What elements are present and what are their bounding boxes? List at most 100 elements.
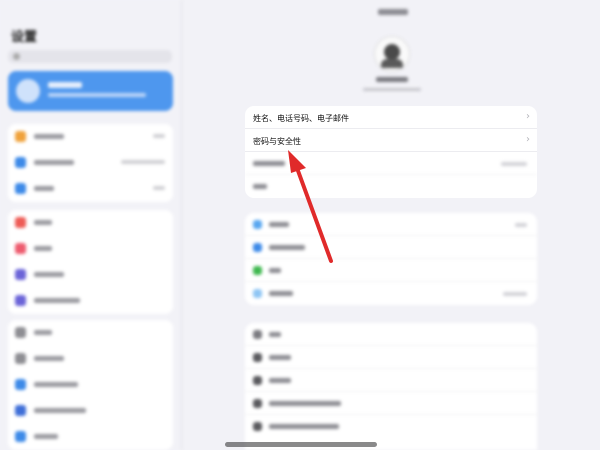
list-item-password-security[interactable]: 密码与安全性 › xyxy=(245,129,537,152)
sidebar-item[interactable] xyxy=(8,210,173,236)
sidebar-item-value xyxy=(153,186,165,190)
wifi-icon xyxy=(15,157,26,168)
sidebar-item-label xyxy=(34,186,54,191)
sidebar-group-connectivity xyxy=(8,124,173,202)
profile-name xyxy=(376,77,408,82)
list-item[interactable] xyxy=(245,152,537,175)
sidebar-item-label xyxy=(34,356,64,361)
sidebar-search-field[interactable] xyxy=(8,50,172,63)
sidebar-item-label xyxy=(34,220,52,225)
sidebar: 设置 xyxy=(0,0,182,450)
profile-email xyxy=(363,88,421,91)
cloud-icon xyxy=(253,220,262,229)
bluetooth-icon xyxy=(15,183,26,194)
avatar-head xyxy=(384,44,400,60)
sidebar-item-label xyxy=(34,382,78,387)
account-section: 姓名、电话号码、电子邮件 › 密码与安全性 › xyxy=(245,106,537,198)
devices-section xyxy=(245,323,537,450)
list-item[interactable] xyxy=(245,346,537,369)
list-item-value xyxy=(515,223,527,227)
list-item[interactable] xyxy=(245,175,537,198)
iphone-icon xyxy=(253,353,262,362)
sidebar-item-label xyxy=(34,246,52,251)
list-item[interactable] xyxy=(245,415,537,438)
list-item[interactable] xyxy=(245,369,537,392)
sidebar-item-label xyxy=(34,134,64,139)
sidebar-item[interactable] xyxy=(8,288,173,314)
list-item-value xyxy=(501,162,527,166)
search-icon xyxy=(13,53,20,60)
sidebar-item[interactable] xyxy=(8,176,173,202)
iphone-icon xyxy=(253,399,262,408)
list-item-label xyxy=(269,332,281,337)
iphone-icon xyxy=(253,422,262,431)
list-item-name-phone-email[interactable]: 姓名、电话号码、电子邮件 › xyxy=(245,106,537,129)
page-title xyxy=(378,9,408,15)
avatar xyxy=(16,79,40,103)
ipad-icon xyxy=(253,330,262,339)
sidebar-item[interactable] xyxy=(8,150,173,176)
list-item[interactable] xyxy=(245,236,537,259)
home-indicator xyxy=(225,442,377,447)
list-item-label xyxy=(269,268,281,273)
main-pane: 姓名、电话号码、电子邮件 › 密码与安全性 › xyxy=(183,0,600,450)
sidebar-item-label xyxy=(34,434,58,439)
sidebar-item-label xyxy=(34,330,52,335)
list-item-value xyxy=(503,292,527,296)
list-item-label xyxy=(269,424,339,429)
list-item-label xyxy=(269,291,293,296)
focus-icon xyxy=(15,269,26,280)
sidebar-item[interactable] xyxy=(8,262,173,288)
screen-time-icon xyxy=(15,295,26,306)
chevron-right-icon: › xyxy=(526,134,530,145)
sidebar-group-notifications xyxy=(8,210,173,314)
find-my-icon xyxy=(253,266,262,275)
notifications-icon xyxy=(15,217,26,228)
media-purchases-icon xyxy=(253,243,262,252)
list-item-label xyxy=(269,355,291,360)
profile-name-line xyxy=(48,82,82,88)
gear-icon xyxy=(15,327,26,338)
sidebar-item-label xyxy=(34,272,64,277)
sidebar-item[interactable] xyxy=(8,236,173,262)
accessibility-icon xyxy=(15,431,26,442)
sidebar-item-label xyxy=(34,160,74,165)
list-item-label xyxy=(269,378,291,383)
sidebar-title: 设置 xyxy=(11,30,38,45)
sidebar-item[interactable] xyxy=(8,124,173,150)
chevron-right-icon: › xyxy=(526,111,530,122)
list-item[interactable] xyxy=(245,323,537,346)
home-screen-icon xyxy=(15,405,26,416)
family-sharing-icon xyxy=(253,289,262,298)
control-center-icon xyxy=(15,353,26,364)
sidebar-item[interactable] xyxy=(8,424,173,450)
list-item[interactable] xyxy=(245,282,537,305)
airplane-icon xyxy=(15,131,26,142)
list-item[interactable] xyxy=(245,259,537,282)
sidebar-item[interactable] xyxy=(8,320,173,346)
avatar-body xyxy=(381,59,403,68)
profile-avatar[interactable] xyxy=(374,36,410,72)
services-section xyxy=(245,213,537,305)
sidebar-item[interactable] xyxy=(8,346,173,372)
list-item-label xyxy=(253,184,267,189)
list-item[interactable] xyxy=(245,213,537,236)
display-icon xyxy=(15,379,26,390)
sidebar-item-label xyxy=(34,408,86,413)
list-item[interactable] xyxy=(245,392,537,415)
list-item-label xyxy=(269,222,289,227)
list-item-label xyxy=(269,245,305,250)
toggle-switch xyxy=(153,134,165,138)
sidebar-item-label xyxy=(34,298,80,303)
list-item-label xyxy=(253,161,285,166)
sidebar-group-general xyxy=(8,320,173,450)
iphone-icon xyxy=(253,376,262,385)
list-item-label: 密码与安全性 xyxy=(253,137,301,146)
list-item-label xyxy=(269,401,341,406)
list-item-label: 姓名、电话号码、电子邮件 xyxy=(253,114,349,123)
profile-subtitle-line xyxy=(48,93,146,97)
sidebar-item[interactable] xyxy=(8,372,173,398)
sidebar-item-value xyxy=(121,160,165,164)
sidebar-item[interactable] xyxy=(8,398,173,424)
sidebar-profile-card[interactable] xyxy=(8,71,173,111)
